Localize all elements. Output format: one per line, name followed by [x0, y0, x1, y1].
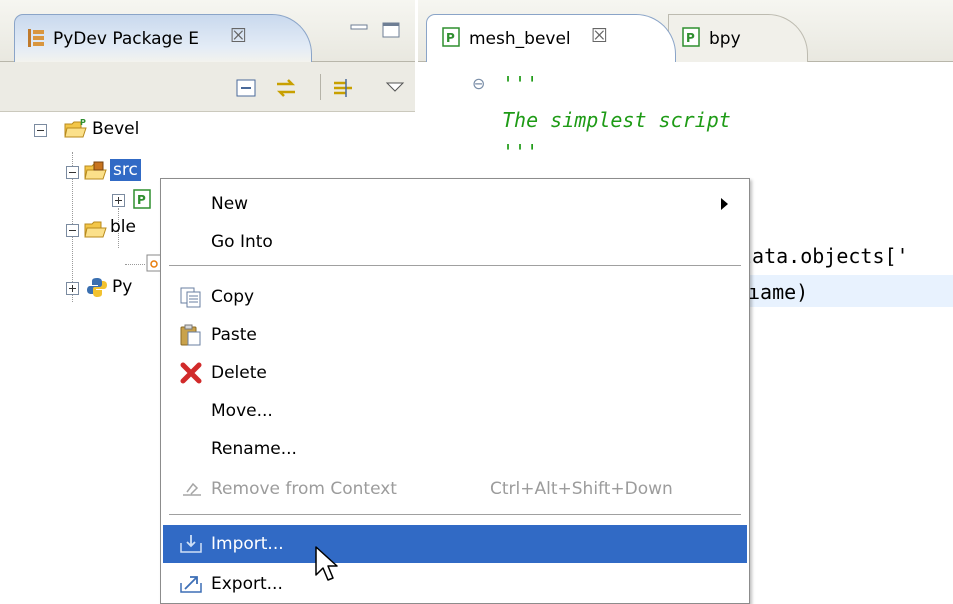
pydev-module-icon: P: [682, 27, 700, 47]
package-explorer-tab[interactable]: PyDev Package E ☒: [14, 14, 312, 62]
tree-guide-line: [125, 264, 145, 265]
code-line-3[interactable]: ''': [502, 140, 538, 170]
source-folder-icon: [84, 161, 107, 180]
menu-item-label: Remove from Context: [211, 479, 397, 499]
code-line-2[interactable]: The simplest script: [502, 108, 731, 138]
tree-label-python: Py: [112, 277, 133, 297]
menu-item-label: Delete: [211, 363, 267, 383]
fold-collapse-icon[interactable]: ⊖: [472, 74, 485, 93]
menu-item-accelerator: Ctrl+Alt+Shift+Down: [490, 479, 673, 499]
expand-icon[interactable]: [112, 194, 125, 207]
svg-text:P: P: [137, 193, 146, 207]
collapse-icon[interactable]: [66, 166, 79, 179]
view-menu-icon[interactable]: [384, 75, 406, 101]
menu-item-label: Go Into: [211, 232, 273, 252]
link-with-editor-icon[interactable]: [272, 75, 300, 101]
close-icon[interactable]: ☒: [591, 25, 608, 47]
delete-icon: [180, 362, 202, 384]
tab-bpy[interactable]: P bpy: [668, 14, 808, 62]
svg-text:P: P: [446, 31, 455, 45]
code-line-4[interactable]: lata.objects[': [740, 244, 909, 274]
editor-tab-bar: P bpy P mesh_bevel ☒: [418, 0, 953, 62]
collapse-all-icon[interactable]: [232, 75, 260, 101]
tree-label-blender-folder: ble: [110, 217, 136, 237]
view-toolbar: [0, 62, 415, 112]
tab-mesh-bevel-label: mesh_bevel: [469, 29, 571, 49]
submenu-arrow-icon: [721, 198, 728, 210]
pydev-module-icon: P: [442, 27, 460, 47]
menu-item-label: Export...: [211, 574, 283, 594]
menu-item-label: Rename...: [211, 439, 297, 459]
import-icon: [180, 535, 202, 553]
menu-item-label: Import...: [211, 534, 284, 554]
maximize-icon[interactable]: [382, 22, 400, 38]
menu-item-label: Move...: [211, 401, 273, 421]
minimize-icon[interactable]: [350, 22, 368, 38]
export-icon: [180, 576, 202, 593]
tree-label-bevel: Bevel: [92, 119, 140, 139]
view-tab-bar: PyDev Package E ☒: [0, 0, 415, 62]
svg-text:P: P: [80, 118, 86, 127]
menu-item-remove-from-context[interactable]: Remove from Context Ctrl+Alt+Shift+Down: [163, 470, 747, 508]
tree-label-src: src: [110, 159, 141, 181]
menu-item-new[interactable]: New: [163, 185, 747, 223]
filters-icon[interactable]: [330, 75, 358, 101]
menu-item-label: Copy: [211, 287, 255, 307]
menu-separator: [169, 265, 741, 267]
menu-item-go-into[interactable]: Go Into: [163, 223, 747, 261]
code-line-5[interactable]: ıame): [748, 280, 808, 310]
context-menu: New Go Into Copy Paste Delete Move... Re…: [160, 178, 750, 604]
menu-item-delete[interactable]: Delete: [163, 354, 747, 392]
code-line-1[interactable]: ''': [502, 72, 538, 102]
collapse-icon[interactable]: [34, 124, 47, 137]
tab-bpy-label: bpy: [709, 29, 741, 49]
expand-icon[interactable]: [66, 282, 79, 295]
toolbar-separator: [320, 74, 321, 100]
package-explorer-title: PyDev Package E: [53, 29, 199, 49]
pydev-module-icon: P: [133, 189, 151, 209]
menu-item-label: New: [211, 194, 249, 214]
mouse-cursor-icon: [315, 546, 338, 581]
menu-item-export[interactable]: Export...: [163, 565, 747, 603]
collapse-icon[interactable]: [66, 224, 79, 237]
close-icon[interactable]: ☒: [230, 25, 247, 47]
svg-text:P: P: [686, 31, 695, 45]
remove-context-icon: [183, 482, 201, 496]
menu-item-import[interactable]: Import...: [163, 525, 747, 563]
folder-icon: [84, 221, 107, 238]
tab-mesh-bevel[interactable]: P mesh_bevel ☒: [426, 14, 676, 62]
menu-item-paste[interactable]: Paste: [163, 316, 747, 354]
menu-item-copy[interactable]: Copy: [163, 278, 747, 316]
python-icon: [87, 278, 107, 297]
copy-icon: [180, 287, 201, 308]
menu-separator: [169, 514, 741, 516]
menu-item-move[interactable]: Move...: [163, 392, 747, 430]
menu-item-rename[interactable]: Rename...: [163, 430, 747, 468]
paste-icon: [180, 324, 201, 346]
package-explorer-icon: [28, 29, 44, 47]
project-folder-icon: P: [64, 118, 87, 138]
menu-item-label: Paste: [211, 325, 257, 345]
